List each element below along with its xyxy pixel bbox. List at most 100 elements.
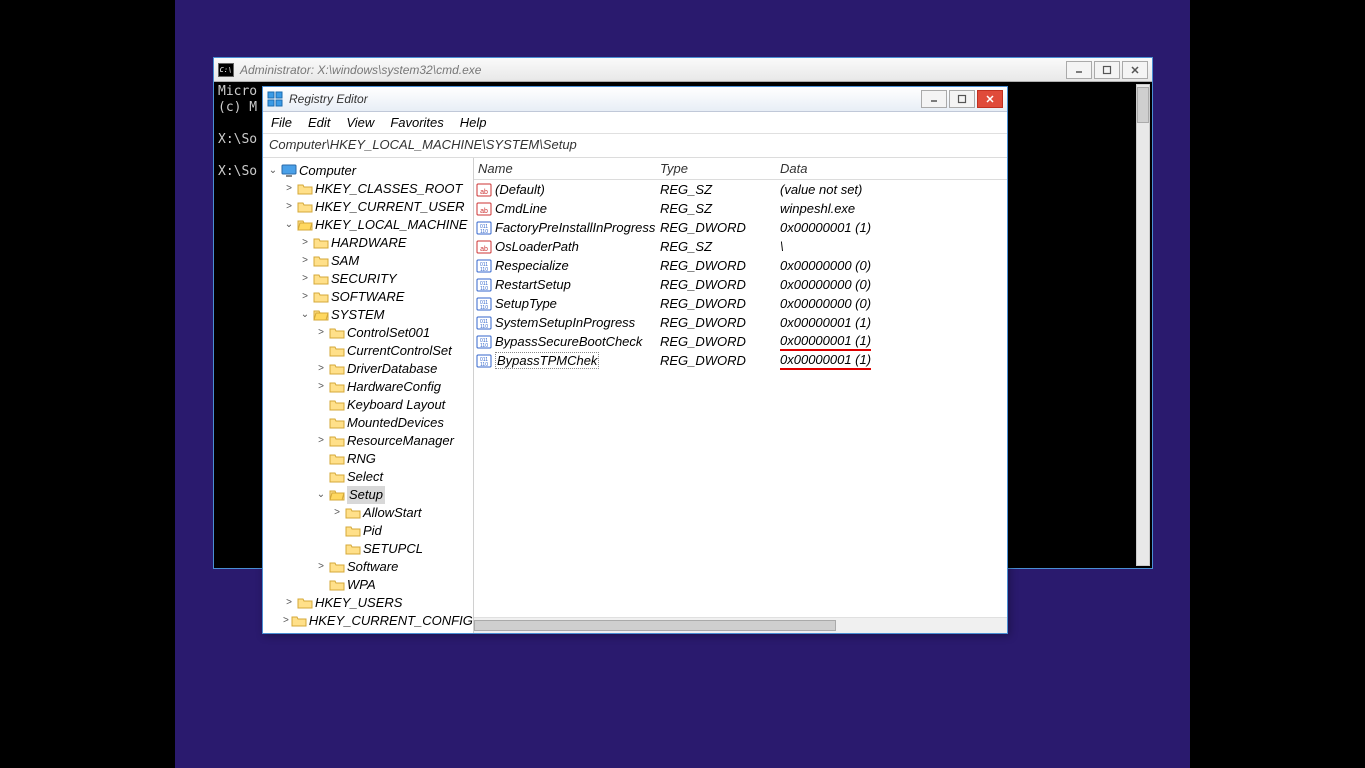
value-type: REG_DWORD (656, 350, 776, 371)
expand-icon[interactable]: ⌄ (267, 162, 279, 180)
tree-controlset001[interactable]: >ControlSet001 (315, 324, 471, 342)
reg-maximize-button[interactable] (949, 90, 975, 108)
cmd-minimize-button[interactable] (1066, 61, 1092, 79)
tree-sam[interactable]: >SAM (299, 252, 471, 270)
tree-hku[interactable]: >HKEY_USERS (283, 594, 471, 612)
folder-icon (291, 614, 307, 628)
address-bar[interactable]: Computer\HKEY_LOCAL_MACHINE\SYSTEM\Setup (263, 134, 1007, 158)
tree-setupcl[interactable]: SETUPCL (331, 540, 471, 558)
menu-view[interactable]: View (346, 115, 374, 130)
cmd-scrollbar[interactable] (1136, 84, 1150, 566)
regedit-icon (267, 91, 283, 107)
tree-select[interactable]: Select (315, 468, 471, 486)
tree-wpa[interactable]: WPA (315, 576, 471, 594)
tree-keyboardlayout[interactable]: Keyboard Layout (315, 396, 471, 414)
folder-icon (329, 488, 345, 502)
list-hscroll[interactable] (474, 617, 1007, 633)
tree-hardwareconfig[interactable]: >HardwareConfig (315, 378, 471, 396)
expand-icon[interactable]: > (299, 252, 311, 270)
menu-edit[interactable]: Edit (308, 115, 330, 130)
tree-driverdatabase[interactable]: >DriverDatabase (315, 360, 471, 378)
folder-icon (329, 452, 345, 466)
expand-icon[interactable]: ⌄ (283, 216, 295, 234)
cmd-close-button[interactable] (1122, 61, 1148, 79)
tree-system[interactable]: ⌄SYSTEM (299, 306, 471, 324)
list-row[interactable]: 011110SetupType REG_DWORD 0x00000000 (0) (474, 294, 1007, 313)
expand-icon[interactable]: > (283, 594, 295, 612)
tree-setup[interactable]: ⌄Setup (315, 486, 471, 504)
expand-icon[interactable]: > (283, 612, 289, 630)
tree-software[interactable]: >Software (315, 558, 471, 576)
reg-close-button[interactable] (977, 90, 1003, 108)
tree-resourcemanager[interactable]: >ResourceManager (315, 432, 471, 450)
expand-icon[interactable]: > (283, 198, 295, 216)
list-row[interactable]: 011110FactoryPreInstallInProgress REG_DW… (474, 218, 1007, 237)
tree-hkcu[interactable]: >HKEY_CURRENT_USER (283, 198, 471, 216)
svg-text:ab: ab (480, 208, 488, 215)
reg-minimize-button[interactable] (921, 90, 947, 108)
svg-text:110: 110 (480, 305, 488, 311)
tree-pid[interactable]: Pid (331, 522, 471, 540)
expand-icon[interactable]: > (315, 558, 327, 576)
tree-software[interactable]: >SOFTWARE (299, 288, 471, 306)
folder-icon (329, 344, 345, 358)
list-row[interactable]: 011110RestartSetup REG_DWORD 0x00000000 … (474, 275, 1007, 294)
cmd-scroll-thumb[interactable] (1137, 87, 1149, 123)
reg-titlebar[interactable]: Registry Editor (263, 87, 1007, 112)
cmd-maximize-button[interactable] (1094, 61, 1120, 79)
menu-file[interactable]: File (271, 115, 292, 130)
svg-text:110: 110 (480, 362, 488, 368)
col-name[interactable]: Name (474, 158, 656, 179)
cmd-icon: C:\ (218, 63, 234, 77)
list-row[interactable]: ab(Default) REG_SZ (value not set) (474, 180, 1007, 199)
expand-icon[interactable]: > (299, 288, 311, 306)
tree-label: SETUPCL (363, 540, 423, 558)
tree-mounteddevices[interactable]: MountedDevices (315, 414, 471, 432)
folder-icon (297, 182, 313, 196)
dword-icon: 011110 (476, 258, 492, 274)
cmd-titlebar[interactable]: C:\ Administrator: X:\windows\system32\c… (214, 58, 1152, 82)
menu-favorites[interactable]: Favorites (390, 115, 443, 130)
value-type: REG_SZ (656, 236, 776, 257)
tree-currentcontrolset[interactable]: CurrentControlSet (315, 342, 471, 360)
menubar: File Edit View Favorites Help (263, 112, 1007, 134)
tree-security[interactable]: >SECURITY (299, 270, 471, 288)
list-row[interactable]: abCmdLine REG_SZ winpeshl.exe (474, 199, 1007, 218)
folder-icon (345, 542, 361, 556)
folder-icon (329, 362, 345, 376)
expand-icon[interactable]: > (299, 234, 311, 252)
col-data[interactable]: Data (776, 158, 1007, 179)
tree-panel[interactable]: ⌄Computer>HKEY_CLASSES_ROOT>HKEY_CURRENT… (263, 158, 474, 633)
expand-icon[interactable]: > (283, 180, 295, 198)
expand-icon[interactable]: > (299, 270, 311, 288)
value-name: OsLoaderPath (495, 239, 579, 254)
tree-hkcr[interactable]: >HKEY_CLASSES_ROOT (283, 180, 471, 198)
tree-hardware[interactable]: >HARDWARE (299, 234, 471, 252)
list-hscroll-thumb[interactable] (474, 620, 836, 631)
tree-label: HKEY_LOCAL_MACHINE (315, 216, 467, 234)
tree-hkcc[interactable]: >HKEY_CURRENT_CONFIG (283, 612, 471, 630)
expand-icon[interactable]: ⌄ (299, 306, 311, 324)
list-row[interactable]: 011110Respecialize REG_DWORD 0x00000000 … (474, 256, 1007, 275)
tree-hklm[interactable]: ⌄ HKEY_LOCAL_MACHINE (283, 216, 471, 234)
tree-allowstart[interactable]: >AllowStart (331, 504, 471, 522)
expand-icon[interactable]: > (315, 360, 327, 378)
expand-icon[interactable]: > (315, 324, 327, 342)
list-header[interactable]: Name Type Data (474, 158, 1007, 180)
string-icon: ab (476, 201, 492, 217)
expand-icon[interactable]: ⌄ (315, 486, 327, 504)
tree-computer[interactable]: ⌄Computer (267, 162, 471, 180)
col-type[interactable]: Type (656, 158, 776, 179)
expand-icon[interactable]: > (315, 432, 327, 450)
tree-label: MountedDevices (347, 414, 444, 432)
list-row[interactable]: abOsLoaderPath REG_SZ \ (474, 237, 1007, 256)
value-data: \ (776, 236, 1007, 257)
list-row[interactable]: 011110BypassTPMChek REG_DWORD 0x00000001… (474, 351, 1007, 370)
tree-rng[interactable]: RNG (315, 450, 471, 468)
expand-icon[interactable]: > (315, 378, 327, 396)
value-type: REG_DWORD (656, 312, 776, 333)
list-body[interactable]: ab(Default) REG_SZ (value not set) abCmd… (474, 180, 1007, 617)
svg-text:110: 110 (480, 286, 488, 292)
expand-icon[interactable]: > (331, 504, 343, 522)
menu-help[interactable]: Help (460, 115, 487, 130)
